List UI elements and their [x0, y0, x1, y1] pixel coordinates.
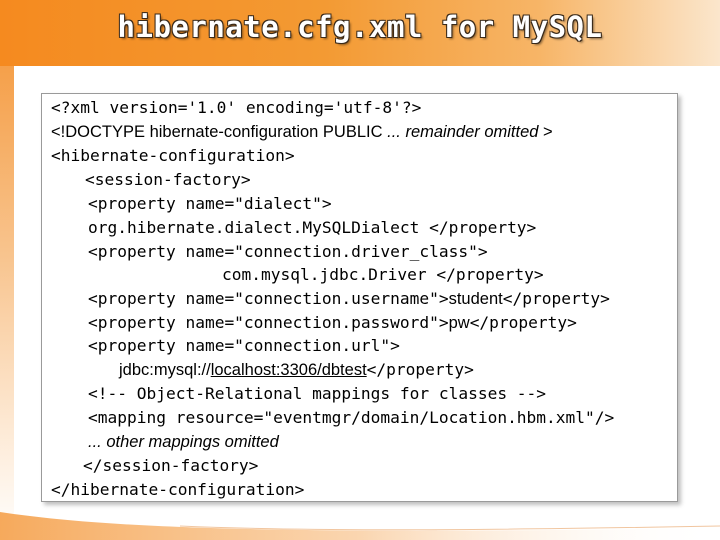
code-value: student — [448, 290, 503, 308]
code-text: </property> — [502, 289, 610, 308]
code-text: <!DOCTYPE hibernate-configuration PUBLIC — [51, 123, 388, 141]
url-link[interactable]: localhost:3306/dbtest — [211, 361, 367, 379]
code-value: pw — [448, 314, 470, 332]
code-line: jdbc:mysql://localhost:3306/dbtest</prop… — [119, 360, 474, 380]
code-line: com.mysql.jdbc.Driver </property> — [222, 265, 544, 284]
code-line: <session-factory> — [85, 170, 251, 189]
code-line: </hibernate-configuration> — [51, 480, 305, 499]
code-line: </session-factory> — [83, 456, 259, 475]
code-line: <property name="connection.url"> — [88, 336, 400, 355]
code-text: jdbc:mysql:// — [119, 361, 211, 379]
code-line: <hibernate-configuration> — [51, 146, 295, 165]
code-line: <?xml version='1.0' encoding='utf-8'?> — [51, 98, 422, 117]
slide-title: hibernate.cfg.xml for MySQL — [117, 10, 603, 44]
left-accent-bar — [0, 66, 14, 540]
code-text: <property name="connection.password"> — [88, 313, 449, 332]
code-comment: <!-- Object-Relational mappings for clas… — [88, 384, 547, 403]
code-text: </property> — [366, 360, 474, 379]
code-line: <mapping resource="eventmgr/domain/Locat… — [88, 408, 615, 427]
code-text: <property name="connection.username"> — [88, 289, 449, 308]
code-text-italic: ... remainder omitted — [387, 123, 539, 141]
bottom-swoosh-decoration — [0, 512, 720, 540]
code-line: org.hibernate.dialect.MySQLDialect </pro… — [88, 218, 537, 237]
code-text: > — [538, 123, 553, 141]
code-note: ... other mappings omitted — [88, 433, 279, 451]
code-text: </property> — [469, 313, 577, 332]
code-line: <property name="connection.driver_class"… — [88, 242, 488, 261]
code-line: <!DOCTYPE hibernate-configuration PUBLIC… — [51, 122, 553, 142]
code-line: <property name="connection.password">pw<… — [88, 313, 577, 333]
code-line: <property name="dialect"> — [88, 194, 332, 213]
code-listing-box: <?xml version='1.0' encoding='utf-8'?> <… — [41, 93, 678, 502]
code-line: <property name="connection.username">stu… — [88, 289, 610, 309]
